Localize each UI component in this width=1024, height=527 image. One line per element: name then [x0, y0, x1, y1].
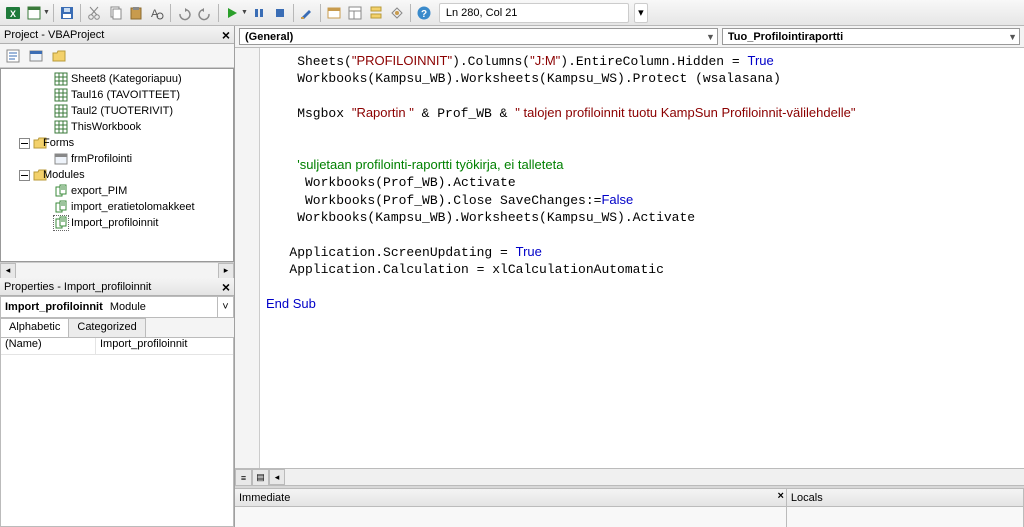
tree-item[interactable]: Taul16 (TAVOITTEET)	[3, 87, 231, 103]
full-view-icon[interactable]: ▤	[252, 469, 269, 486]
properties-object-selector[interactable]: Import_profiloinnit Module ˅	[0, 296, 234, 318]
copy-icon[interactable]	[105, 3, 125, 23]
project-toolbar	[0, 44, 234, 68]
procedure-view-icon[interactable]: ≡	[235, 469, 252, 486]
module-icon	[54, 200, 68, 214]
toggle-folders-icon[interactable]	[49, 46, 69, 66]
project-tree[interactable]: Sheet8 (Kategoriapuu) Taul16 (TAVOITTEET)…	[0, 68, 234, 262]
reset-icon[interactable]	[270, 3, 290, 23]
procedure-dropdown[interactable]: Tuo_Profilointiraportti▼	[722, 28, 1020, 45]
tree-item-label: frmProfilointi	[71, 153, 132, 165]
main-toolbar: X ▼ A ▼ ? Ln 280, Col 21 ▾	[0, 0, 1024, 26]
sheet-icon	[54, 120, 68, 134]
run-icon[interactable]	[222, 3, 242, 23]
properties-window-icon[interactable]	[345, 3, 365, 23]
help-icon[interactable]: ?	[414, 3, 434, 23]
code-pane: (General)▼ Tuo_Profilointiraportti▼ Shee…	[235, 26, 1024, 527]
tree-item[interactable]: frmProfilointi	[3, 151, 231, 167]
close-icon[interactable]: ×	[777, 490, 783, 502]
tree-scrollbar-h[interactable]: ◂▸	[0, 262, 234, 278]
code-editor[interactable]: Sheets("PROFILOINNIT").Columns("J:M").En…	[260, 48, 1024, 468]
minus-folder-icon	[26, 136, 40, 150]
insert-dropdown-icon[interactable]	[24, 3, 44, 23]
project-explorer-icon[interactable]	[324, 3, 344, 23]
break-icon[interactable]	[249, 3, 269, 23]
tree-item-label: export_PIM	[71, 185, 127, 197]
object-dropdown[interactable]: (General)▼	[239, 28, 718, 45]
close-icon[interactable]: ×	[222, 28, 230, 42]
tree-item-label: Taul16 (TAVOITTEET)	[71, 89, 180, 101]
toolbox-icon[interactable]	[387, 3, 407, 23]
code-margin[interactable]	[235, 48, 260, 468]
tree-item[interactable]: Forms	[3, 135, 231, 151]
view-object-icon[interactable]	[26, 46, 46, 66]
redo-icon[interactable]	[195, 3, 215, 23]
close-icon[interactable]: ×	[222, 280, 230, 294]
view-code-icon[interactable]	[3, 46, 23, 66]
tree-item-label: ThisWorkbook	[71, 121, 141, 133]
paste-icon[interactable]	[126, 3, 146, 23]
project-pane-title: Project - VBAProject ×	[0, 26, 234, 44]
excel-icon[interactable]: X	[3, 3, 23, 23]
form-icon	[54, 152, 68, 166]
cursor-position: Ln 280, Col 21	[439, 3, 629, 23]
tree-item[interactable]: Modules	[3, 167, 231, 183]
tree-item[interactable]: Sheet8 (Kategoriapuu)	[3, 71, 231, 87]
sheet-icon	[54, 88, 68, 102]
tree-item-label: Taul2 (TUOTERIVIT)	[71, 105, 173, 117]
tree-item-label: Forms	[43, 137, 74, 149]
properties-pane-title: Properties - Import_profiloinnit ×	[0, 278, 234, 296]
minus-folder-icon	[26, 168, 40, 182]
svg-text:X: X	[10, 9, 16, 19]
module-icon	[54, 184, 68, 198]
tree-item-label: Sheet8 (Kategoriapuu)	[71, 73, 182, 85]
tab-alphabetic[interactable]: Alphabetic	[0, 318, 69, 337]
tree-item[interactable]: import_eratietolomakkeet	[3, 199, 231, 215]
tree-item-label: Import_profiloinnit	[71, 217, 158, 229]
properties-tabs: Alphabetic Categorized	[0, 318, 234, 338]
svg-text:?: ?	[421, 9, 427, 20]
tree-item[interactable]: ThisWorkbook	[3, 119, 231, 135]
design-mode-icon[interactable]	[297, 3, 317, 23]
tree-item-label: Modules	[43, 169, 85, 181]
properties-grid[interactable]: (Name)Import_profiloinnit	[0, 338, 234, 527]
tree-item-label: import_eratietolomakkeet	[71, 201, 195, 213]
locals-window[interactable]: Locals	[787, 489, 1024, 527]
sheet-icon	[54, 72, 68, 86]
save-icon[interactable]	[57, 3, 77, 23]
object-browser-icon[interactable]	[366, 3, 386, 23]
find-icon[interactable]: A	[147, 3, 167, 23]
undo-icon[interactable]	[174, 3, 194, 23]
sheet-icon	[54, 104, 68, 118]
tree-item[interactable]: Import_profiloinnit	[3, 215, 231, 231]
immediate-window[interactable]: Immediate ×	[235, 489, 787, 527]
left-sidebar: Project - VBAProject × Sheet8 (Kategoria…	[0, 26, 235, 527]
property-row[interactable]: (Name)Import_profiloinnit	[1, 338, 233, 355]
module-icon	[54, 216, 68, 230]
tab-categorized[interactable]: Categorized	[68, 318, 145, 337]
cut-icon[interactable]	[84, 3, 104, 23]
toolbar-overflow[interactable]: ▾	[634, 3, 648, 23]
tree-item[interactable]: Taul2 (TUOTERIVIT)	[3, 103, 231, 119]
tree-item[interactable]: export_PIM	[3, 183, 231, 199]
